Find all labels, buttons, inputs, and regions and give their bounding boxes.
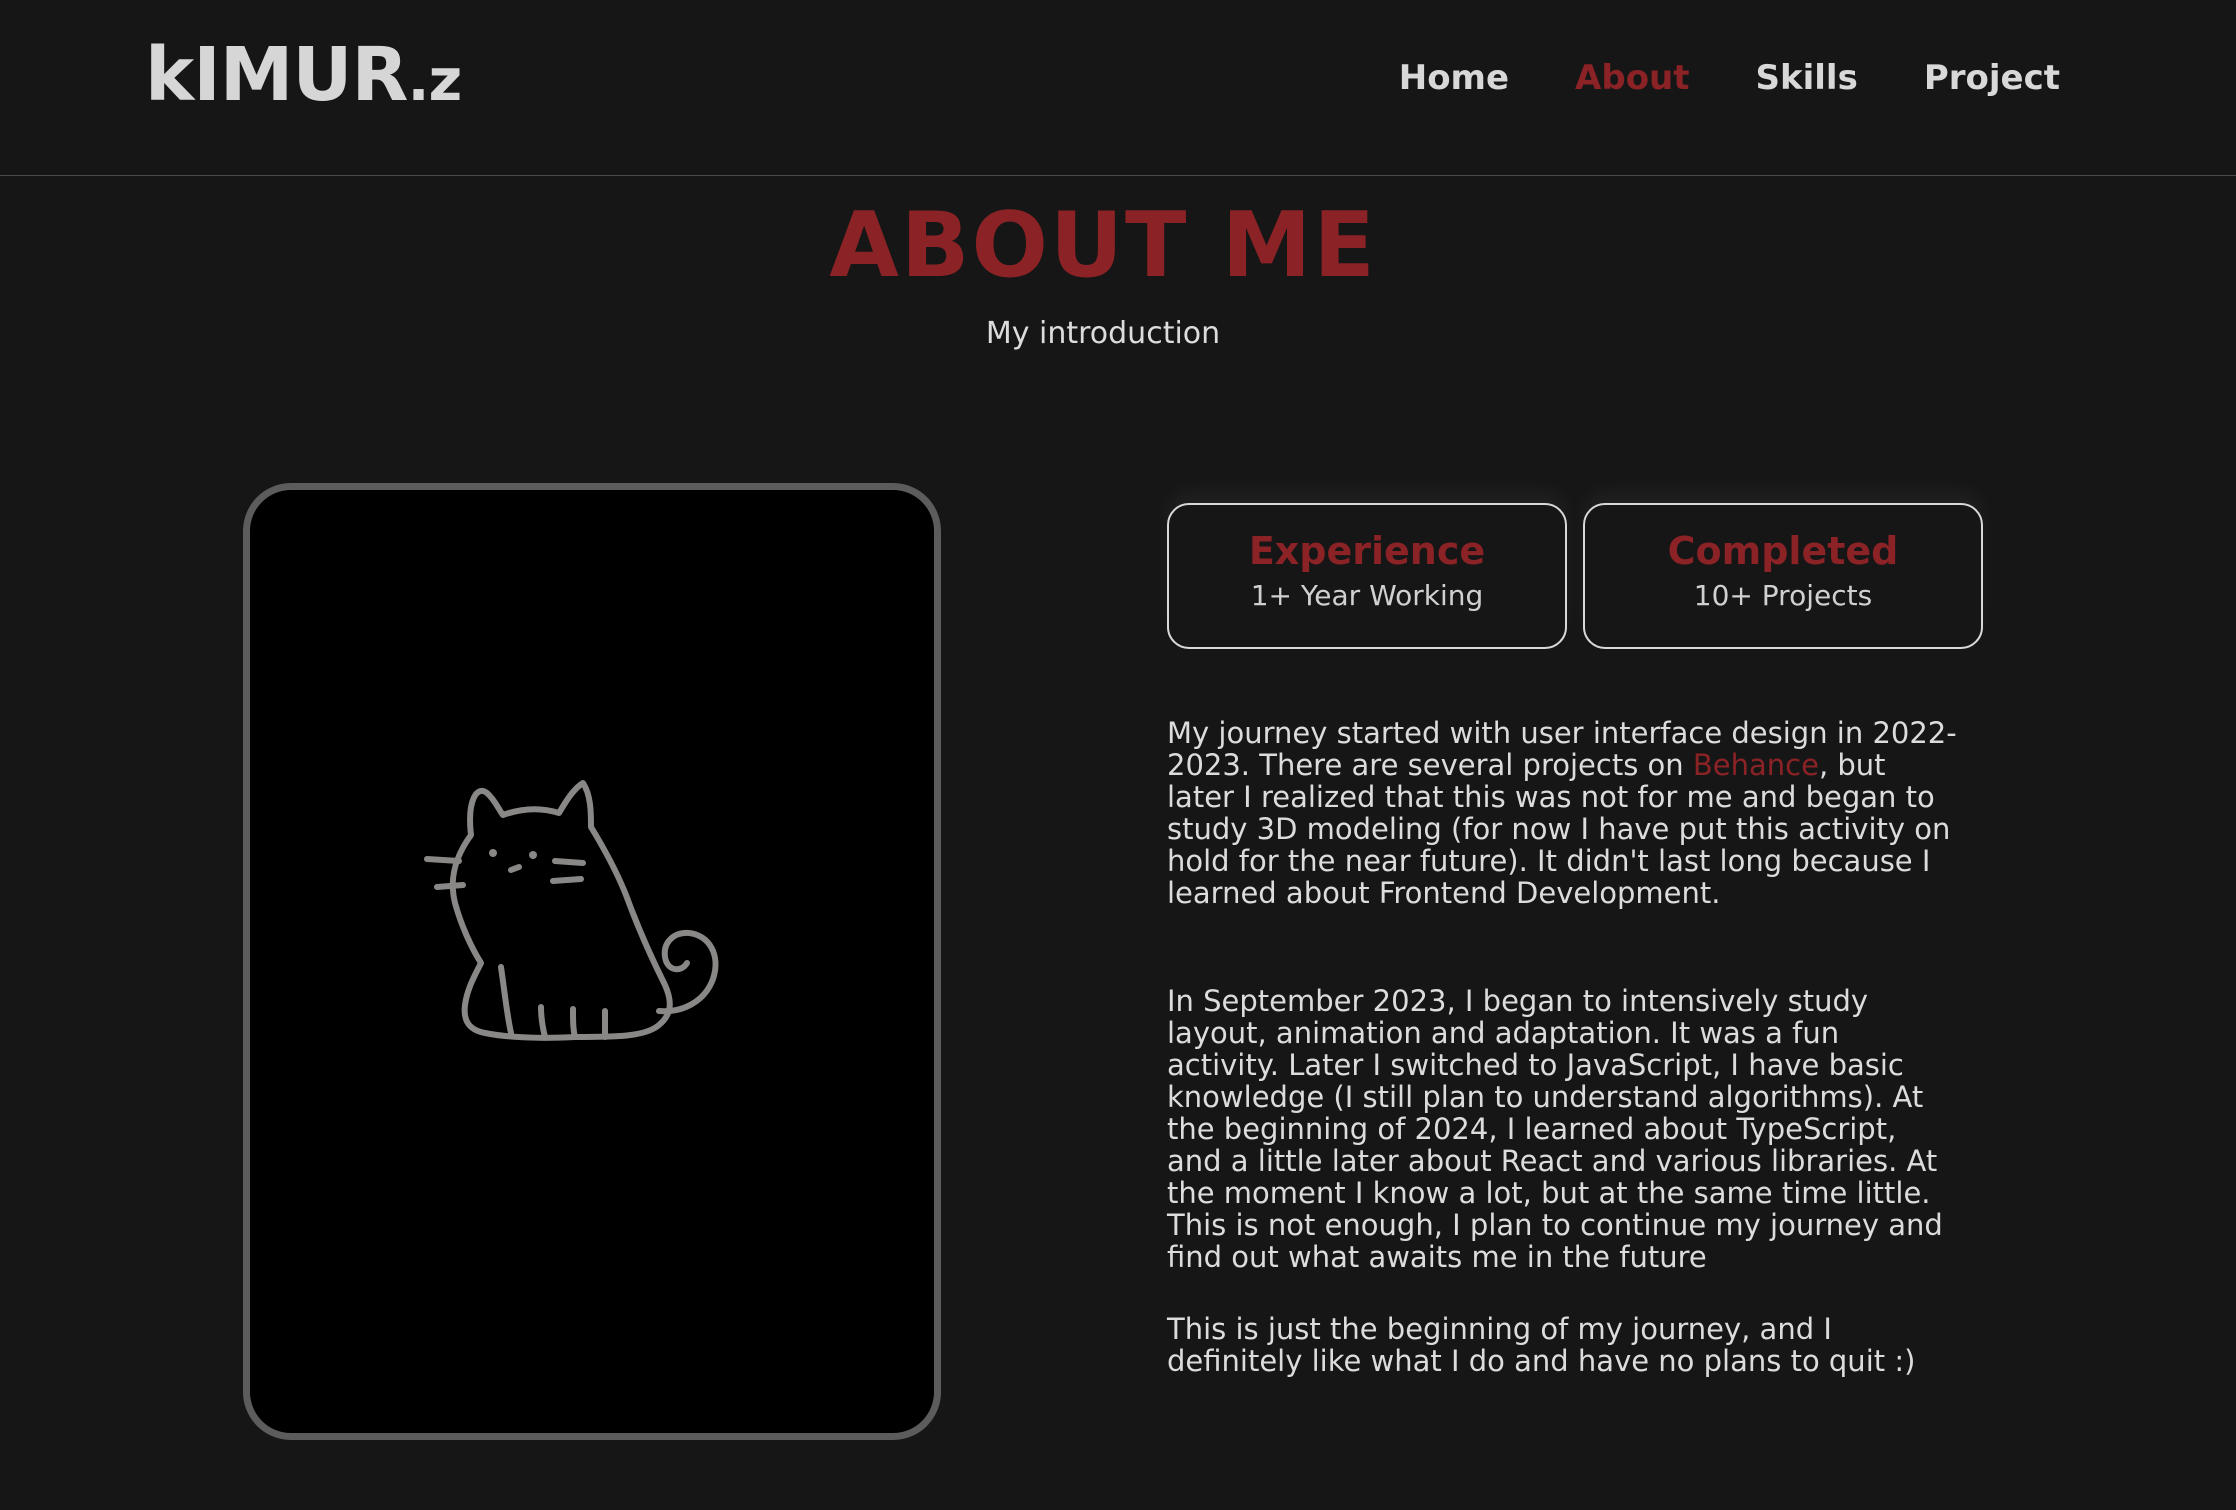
- about-paragraph-2: In September 2023, I began to intensivel…: [1167, 984, 1943, 1274]
- section-title: ABOUT ME: [829, 193, 1377, 298]
- completed-card-subtitle: 10+ Projects: [1693, 578, 1873, 612]
- completed-card: Completed 10+ Projects: [1583, 503, 1983, 649]
- nav-about[interactable]: About: [1575, 58, 1689, 99]
- logo-main: kIMUR: [145, 32, 408, 118]
- about-paragraph-3: This is just the beginning of my journey…: [1167, 1312, 1916, 1378]
- experience-card-subtitle: 1+ Year Working: [1250, 578, 1484, 612]
- profile-image: [243, 483, 941, 1440]
- completed-card-title: Completed: [1667, 529, 1899, 573]
- cat-icon: [424, 780, 719, 1041]
- behance-link[interactable]: Behance: [1693, 748, 1819, 782]
- logo[interactable]: kIMUR.z: [145, 38, 462, 114]
- experience-card: Experience 1+ Year Working: [1167, 503, 1567, 649]
- experience-card-title: Experience: [1248, 529, 1486, 573]
- nav-skills[interactable]: Skills: [1756, 58, 1858, 99]
- main-nav: Home About Skills Project: [1399, 58, 2060, 99]
- nav-home[interactable]: Home: [1399, 58, 1509, 99]
- logo-suffix: .z: [407, 46, 462, 114]
- section-subtitle: My introduction: [985, 316, 1221, 351]
- site-header: kIMUR.z Home About Skills Project: [0, 0, 2236, 176]
- about-paragraph-1: My journey started with user interface d…: [1167, 717, 1957, 909]
- nav-project[interactable]: Project: [1924, 58, 2060, 99]
